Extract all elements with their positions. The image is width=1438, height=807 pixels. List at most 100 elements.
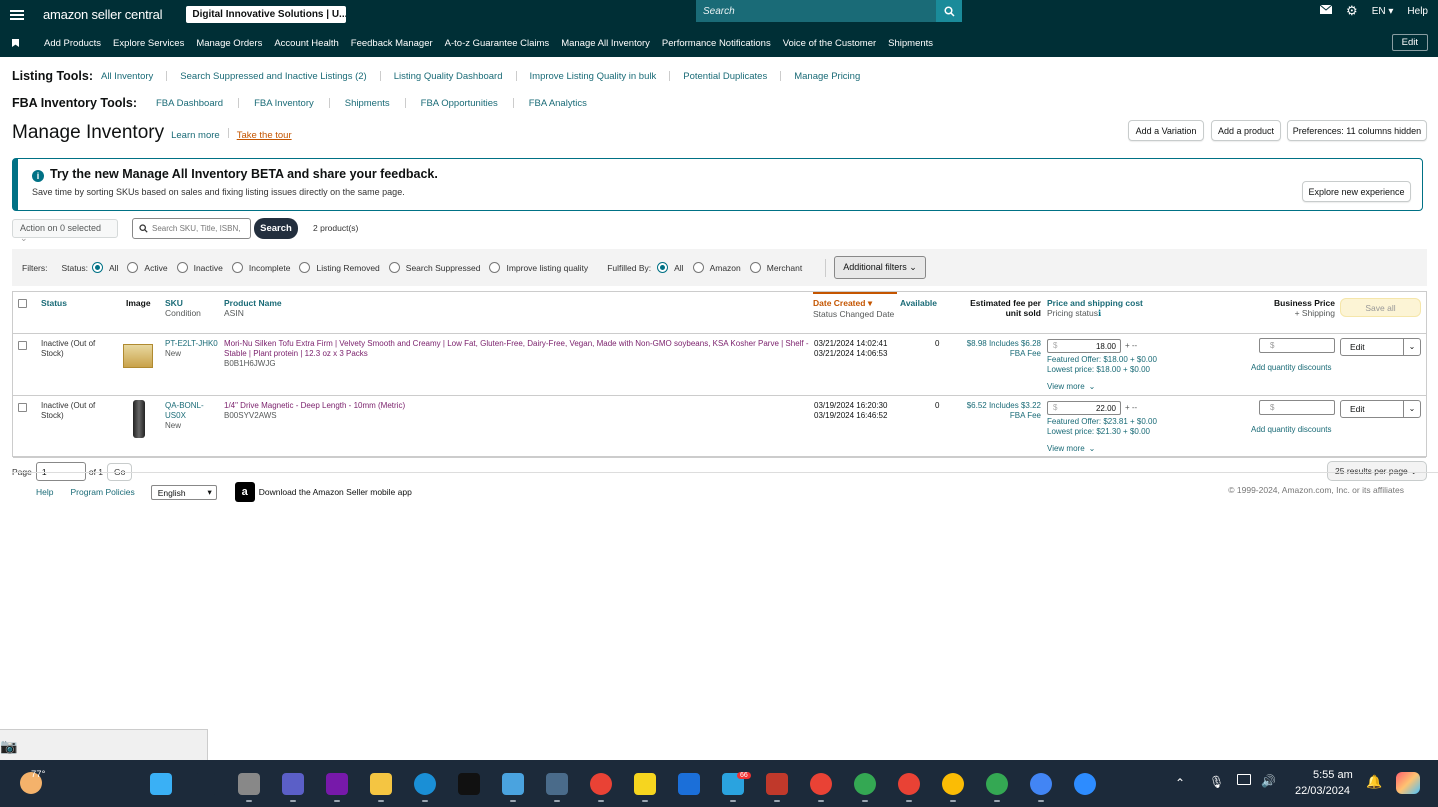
preferences-button[interactable]: Preferences: 11 columns hidden <box>1287 120 1427 141</box>
search-icon[interactable] <box>195 773 217 795</box>
netflix-icon[interactable] <box>458 773 480 795</box>
mail-icon[interactable] <box>1319 4 1333 17</box>
fba-tool-link[interactable]: FBA Opportunities <box>421 98 498 109</box>
sku-cell[interactable]: PT-E2LT-JHK0 New <box>165 339 220 359</box>
snipping-tool-icon[interactable] <box>766 773 788 795</box>
sku-link[interactable]: PT-E2LT-JHK0 <box>165 339 220 349</box>
nav-item[interactable]: A-to-z Guarantee Claims <box>445 38 550 49</box>
seller-central-logo[interactable]: amazon seller central <box>43 7 163 22</box>
edit-action-select[interactable]: Edit ⌄ <box>1340 338 1421 356</box>
col-date-created[interactable]: Date Created ▾ <box>813 298 894 309</box>
col-product[interactable]: Product Name <box>224 298 282 308</box>
product-image[interactable] <box>123 344 153 368</box>
chrome-profile-icon[interactable] <box>810 773 832 795</box>
radio-button[interactable] <box>176 262 188 273</box>
mobile-app-link[interactable]: Download the Amazon Seller mobile app <box>259 487 412 497</box>
onenote-icon[interactable] <box>326 773 348 795</box>
calculator-icon[interactable] <box>546 773 568 795</box>
chrome-profile-icon[interactable] <box>898 773 920 795</box>
clock-date[interactable]: 22/03/2024 <box>1295 785 1350 797</box>
nav-edit-button[interactable]: Edit <box>1391 34 1428 51</box>
product-name-link[interactable]: 1/4" Drive Magnetic - Deep Length - 10mm… <box>224 401 809 411</box>
nav-item[interactable]: Manage Orders <box>196 38 262 49</box>
status-filter-option[interactable]: Incomplete <box>231 262 290 273</box>
notepad-icon[interactable] <box>502 773 524 795</box>
radio-button[interactable] <box>657 262 669 273</box>
nav-item[interactable]: Performance Notifications <box>662 38 771 49</box>
nav-item[interactable]: Feedback Manager <box>351 38 433 49</box>
col-status[interactable]: Status <box>41 298 67 308</box>
clock-time[interactable]: 5:55 am <box>1313 769 1353 781</box>
inventory-search-input[interactable]: Search SKU, Title, ISBN, <box>132 218 251 239</box>
radio-button[interactable] <box>749 262 761 273</box>
sticky-notes-icon[interactable] <box>634 773 656 795</box>
monitor-icon[interactable] <box>1237 774 1251 785</box>
col-sku[interactable]: SKU <box>165 298 201 308</box>
fba-tool-link[interactable]: FBA Analytics <box>529 98 587 109</box>
language-selector[interactable]: EN ▾ <box>1372 6 1394 17</box>
price-input[interactable]: 18.00 <box>1047 339 1121 353</box>
radio-button[interactable] <box>489 262 501 273</box>
nav-item[interactable]: Voice of the Customer <box>783 38 876 49</box>
fulfilled-filter-option[interactable]: Merchant <box>749 262 802 273</box>
chrome-icon[interactable] <box>590 773 612 795</box>
view-more-link[interactable]: View more ⌄ <box>1047 382 1095 392</box>
radio-button[interactable] <box>388 262 400 273</box>
status-filter-option[interactable]: Improve listing quality <box>489 262 588 273</box>
col-available[interactable]: Available <box>900 298 937 308</box>
price-input[interactable]: 22.00 <box>1047 401 1121 415</box>
info-icon[interactable]: ℹ <box>1098 308 1101 318</box>
edit-action-select[interactable]: Edit ⌄ <box>1340 400 1421 418</box>
view-more-link[interactable]: View more ⌄ <box>1047 444 1095 454</box>
radio-button[interactable] <box>692 262 704 273</box>
windows-start-icon[interactable] <box>150 773 172 795</box>
listing-tool-link[interactable]: Improve Listing Quality in bulk <box>530 71 657 82</box>
status-filter-option[interactable]: Listing Removed <box>299 262 380 273</box>
sku-link[interactable]: QA-BONL-US0X <box>165 401 220 421</box>
listing-tool-link[interactable]: Listing Quality Dashboard <box>394 71 503 82</box>
fee-text[interactable]: $8.98 Includes $6.28 FBA Fee <box>953 339 1041 359</box>
col-price[interactable]: Price and shipping cost <box>1047 298 1143 308</box>
add-variation-button[interactable]: Add a Variation <box>1128 120 1204 141</box>
chrome-profile-icon[interactable] <box>1030 773 1052 795</box>
fba-tool-link[interactable]: FBA Inventory <box>254 98 314 109</box>
learn-more-link[interactable]: Learn more <box>171 130 220 141</box>
help-link[interactable]: Help <box>1407 6 1428 17</box>
chrome-profile-icon[interactable] <box>942 773 964 795</box>
chrome-profile-icon[interactable] <box>854 773 876 795</box>
product-name-link[interactable]: Mori-Nu Silken Tofu Extra Firm | Velvety… <box>224 339 809 359</box>
fee-text[interactable]: $6.52 Includes $3.22 FBA Fee <box>953 401 1041 421</box>
fba-tool-link[interactable]: Shipments <box>345 98 390 109</box>
listing-tool-link[interactable]: All Inventory <box>101 71 153 82</box>
chevron-up-icon[interactable]: ⌃ <box>1175 776 1185 790</box>
nav-item[interactable]: Account Health <box>274 38 338 49</box>
volume-icon[interactable]: 🔊 <box>1261 774 1276 788</box>
select-all-checkbox[interactable] <box>18 299 27 308</box>
program-policies-link[interactable]: Program Policies <box>70 487 134 497</box>
nav-item[interactable]: Manage All Inventory <box>561 38 650 49</box>
fulfilled-filter-option[interactable]: Amazon <box>692 262 741 273</box>
account-switcher[interactable]: Digital Innovative Solutions | U... <box>186 6 347 23</box>
edge-icon[interactable] <box>414 773 436 795</box>
additional-filters-button[interactable]: Additional filters ⌄ <box>834 256 926 279</box>
fulfilled-filter-option[interactable]: All <box>657 262 684 273</box>
explore-new-experience-button[interactable]: Explore new experience <box>1302 181 1411 202</box>
quantity-discounts-link[interactable]: Add quantity discounts <box>1251 363 1332 373</box>
task-view-icon[interactable] <box>238 773 260 795</box>
status-filter-option[interactable]: Inactive <box>176 262 223 273</box>
chrome-profile-icon[interactable] <box>986 773 1008 795</box>
app-icon[interactable] <box>678 773 700 795</box>
product-image[interactable] <box>133 400 145 438</box>
business-price-input[interactable]: $ <box>1259 338 1335 353</box>
global-search-input[interactable]: Search <box>703 6 936 17</box>
status-filter-option[interactable]: Active <box>127 262 168 273</box>
search-button[interactable]: Search <box>254 218 298 239</box>
copilot-icon[interactable] <box>1396 772 1420 794</box>
global-search[interactable]: Search <box>696 0 962 22</box>
radio-button[interactable] <box>299 262 311 273</box>
row-checkbox[interactable] <box>18 341 27 350</box>
status-filter-option[interactable]: All <box>91 262 118 273</box>
listing-tool-link[interactable]: Potential Duplicates <box>683 71 767 82</box>
fba-tool-link[interactable]: FBA Dashboard <box>156 98 223 109</box>
bulk-action-select[interactable]: Action on 0 selected ⌄ <box>12 219 118 243</box>
